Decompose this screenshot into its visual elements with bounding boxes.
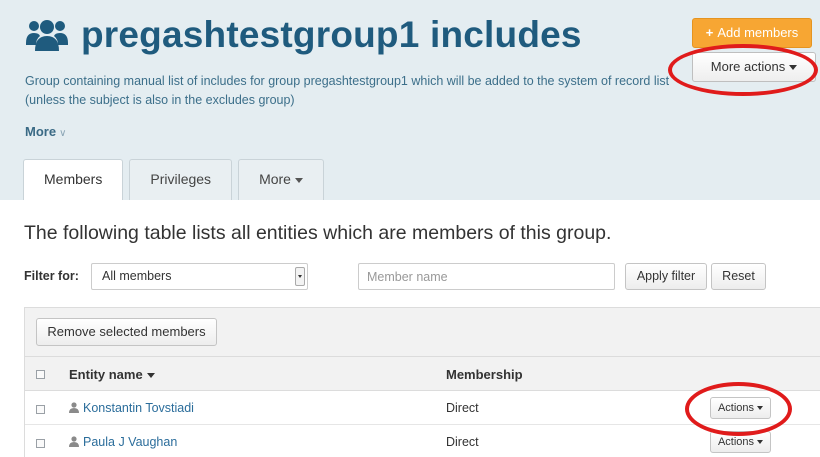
table-toolbar: Remove selected members (25, 308, 820, 357)
caret-down-icon (789, 65, 798, 71)
row-checkbox[interactable] (36, 439, 45, 448)
actions-button[interactable]: Actions (710, 431, 771, 453)
caret-down-icon (757, 440, 764, 445)
add-members-button[interactable]: + Add members (692, 18, 812, 48)
membership-cell: Direct (446, 401, 479, 415)
chevron-down-icon: ∨ (59, 128, 67, 139)
apply-filter-label: Apply filter (636, 269, 696, 283)
row-checkbox[interactable] (36, 405, 45, 414)
actions-label: Actions (717, 402, 755, 414)
tab-members[interactable]: Members (23, 159, 124, 200)
entity-cell: Paula J Vaughan (69, 435, 177, 449)
entity-cell: Konstantin Tovstiadi (69, 401, 194, 415)
actions-label: Actions (717, 436, 755, 448)
page-title: pregashtestgroup1 includes (81, 14, 582, 55)
entity-name-header[interactable]: Entity name (69, 367, 155, 382)
entity-link[interactable]: Paula J Vaughan (83, 435, 177, 449)
more-toggle[interactable]: More ∨ (25, 124, 66, 139)
membership-cell: Direct (446, 435, 479, 449)
member-name-input[interactable] (358, 263, 615, 290)
tab-more[interactable]: More (238, 159, 324, 200)
tab-privileges[interactable]: Privileges (129, 159, 233, 200)
caret-down-icon (757, 406, 764, 411)
entity-link[interactable]: Konstantin Tovstiadi (83, 401, 194, 415)
apply-filter-button[interactable]: Apply filter (625, 263, 707, 290)
tab-bar: Members Privileges More (23, 159, 330, 200)
add-members-label: Add members (717, 25, 799, 40)
remove-selected-button[interactable]: Remove selected members (36, 318, 217, 346)
more-actions-label: More actions (710, 59, 786, 74)
actions-button[interactable]: Actions (710, 397, 771, 419)
tab-privileges-label: Privileges (150, 171, 212, 187)
tab-more-label: More (259, 171, 291, 187)
user-icon (69, 402, 79, 413)
select-arrow-icon (295, 267, 305, 286)
members-intro: The following table lists all entities w… (24, 222, 612, 244)
more-actions-button[interactable]: More actions (692, 52, 816, 82)
membership-header: Membership (446, 367, 523, 382)
remove-selected-label: Remove selected members (47, 324, 206, 339)
reset-label: Reset (722, 269, 755, 283)
user-icon (69, 436, 79, 447)
table-header: Entity name Membership (25, 357, 820, 391)
members-table: Remove selected members Entity name Memb… (24, 307, 820, 457)
users-group-icon (26, 20, 68, 51)
sort-caret-icon (146, 373, 155, 379)
caret-down-icon (294, 177, 303, 183)
reset-button[interactable]: Reset (711, 263, 766, 290)
more-label: More (25, 124, 57, 139)
select-all-checkbox[interactable] (36, 370, 45, 379)
filter-label: Filter for: (24, 269, 79, 283)
filter-select[interactable]: All members (91, 263, 308, 290)
title-row: pregashtestgroup1 includes (25, 14, 582, 56)
filter-selected-value: All members (102, 269, 172, 283)
tab-members-label: Members (44, 171, 103, 187)
plus-icon: + (705, 25, 714, 40)
table-row: Paula J Vaughan Direct Actions (25, 426, 820, 457)
group-description: Group containing manual list of includes… (25, 74, 670, 107)
entity-name-header-label: Entity name (69, 367, 143, 382)
table-row: Konstantin Tovstiadi Direct Actions (25, 392, 820, 425)
